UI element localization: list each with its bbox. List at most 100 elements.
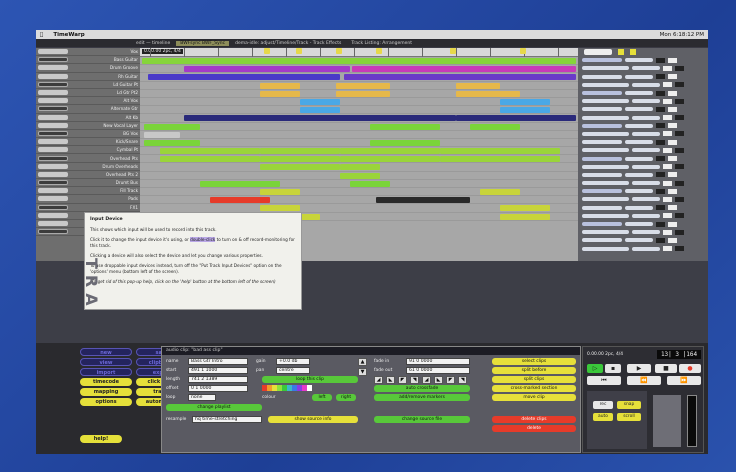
input-device-button[interactable] [38,65,68,71]
auto-crossfade-button[interactable]: auto crossfade [374,385,470,392]
new-button[interactable]: new [80,348,132,356]
mute-button[interactable] [656,237,665,243]
solo-button[interactable] [668,172,677,178]
solo-button[interactable] [668,123,677,129]
solo-button[interactable] [668,237,677,243]
audio-clip[interactable] [260,156,340,163]
track-lane[interactable] [140,106,578,115]
volume-slider[interactable] [582,123,622,128]
mute-button[interactable] [656,221,665,227]
input-device-button[interactable] [38,81,68,87]
audio-clip[interactable] [352,66,576,73]
mark-in-icon[interactable]: ▷ [587,364,603,373]
fade-shape-icon[interactable]: ◣ [434,376,443,384]
track-header[interactable]: Vox [36,48,140,57]
fade-out-field[interactable]: 61 0 0000 [406,367,470,374]
solo-button[interactable] [675,180,684,186]
loop-this-clip-button[interactable]: loop this clip [262,376,358,383]
change-playlist-button[interactable]: change playlist [166,404,262,411]
audio-clip[interactable] [144,131,180,138]
volume-slider[interactable] [582,213,629,218]
pan-slider[interactable] [625,205,653,210]
pan-slider[interactable] [632,115,660,120]
audio-clip[interactable] [210,197,270,204]
mute-button[interactable] [656,90,665,96]
track-lane[interactable] [140,196,578,205]
volume-slider[interactable] [582,74,622,79]
input-device-button[interactable] [38,196,68,202]
track-header[interactable]: Overhead Pts [36,154,140,163]
pan-slider[interactable] [625,189,653,194]
input-device-button[interactable] [38,180,68,186]
audio-clip[interactable] [440,156,560,163]
pan-slider[interactable] [632,99,660,104]
volume-slider[interactable] [582,148,629,153]
solo-button[interactable] [675,164,684,170]
audio-clip[interactable] [440,148,560,155]
pan-slider[interactable] [632,148,660,153]
pan-slider[interactable] [632,82,660,87]
pan-slider[interactable] [625,107,653,112]
mute-button[interactable] [663,213,672,219]
pan-slider[interactable] [632,164,660,169]
track-header[interactable]: Drumt Bus [36,179,140,188]
track-header[interactable]: Alt Kb [36,114,140,122]
mute-button[interactable] [663,82,672,88]
fade-shape-icon[interactable]: ◥ [458,376,467,384]
input-device-button[interactable] [38,212,68,218]
record-button[interactable]: ● [679,364,701,373]
track-header[interactable]: New Vocal Layer [36,122,140,130]
mute-button[interactable] [663,196,672,202]
play-button[interactable]: ▶ [627,364,651,373]
volume-slider[interactable] [582,107,622,112]
mute-button[interactable] [663,164,672,170]
position-readout[interactable]: 13| 3 |164 [657,350,701,359]
volume-slider[interactable] [582,230,629,235]
resample-field[interactable]: hq time-stretching [192,416,262,423]
pan-slider[interactable] [625,238,653,243]
volume-slider[interactable] [582,140,622,145]
snap-button[interactable]: snap [617,401,641,409]
audio-clip[interactable] [470,123,520,130]
mute-button[interactable] [656,106,665,112]
length-field[interactable]: 741 2 1389 [188,376,248,383]
mute-button[interactable] [663,147,672,153]
volume-slider[interactable] [582,164,629,169]
volume-slider[interactable] [582,131,629,136]
audio-clip[interactable] [184,115,456,122]
delete-clips-button[interactable]: delete clips [492,416,576,423]
time-ruler[interactable]: 0.00.00 2pc, 4/4 [140,48,578,57]
input-device-button[interactable] [38,106,68,112]
mute-button[interactable] [663,180,672,186]
pan-slider[interactable] [625,140,653,145]
solo-button[interactable] [668,205,677,211]
marker-icon[interactable] [450,48,456,54]
solo-button[interactable] [668,221,677,227]
track-header[interactable]: Cymbal Pt [36,146,140,155]
pan-slider[interactable] [632,213,660,218]
gain-field[interactable]: +0.0 db [276,358,310,365]
audio-clip[interactable] [500,205,550,212]
track-header[interactable]: Ld Gtr Pt2 [36,89,140,98]
audio-clip[interactable] [260,189,300,195]
track-header[interactable]: FX1 [36,204,140,212]
add-remove-markers-button[interactable]: add/remove markers [374,394,470,401]
track-lane[interactable] [140,131,578,139]
tab-2[interactable]: BWFsync BWF_Sync [176,40,230,46]
right-button[interactable]: right [336,394,356,401]
mute-button[interactable] [656,172,665,178]
arrow-down-icon[interactable]: ▼ [358,368,367,376]
change-source-file-button[interactable]: change source file [374,416,470,423]
track-header[interactable]: BG Vox [36,130,140,139]
pan-slider[interactable] [632,197,660,202]
track-header[interactable]: Drum Overheads [36,163,140,171]
audio-clip[interactable] [340,164,380,171]
track-lane[interactable] [140,188,578,197]
audio-clip[interactable] [160,148,260,155]
audio-clip[interactable] [500,107,550,114]
solo-button[interactable] [675,246,684,252]
audio-clip[interactable] [200,180,280,187]
track-lane[interactable] [140,65,578,74]
select-clips-button[interactable]: select clips [492,358,576,365]
marker-icon[interactable] [296,48,302,54]
